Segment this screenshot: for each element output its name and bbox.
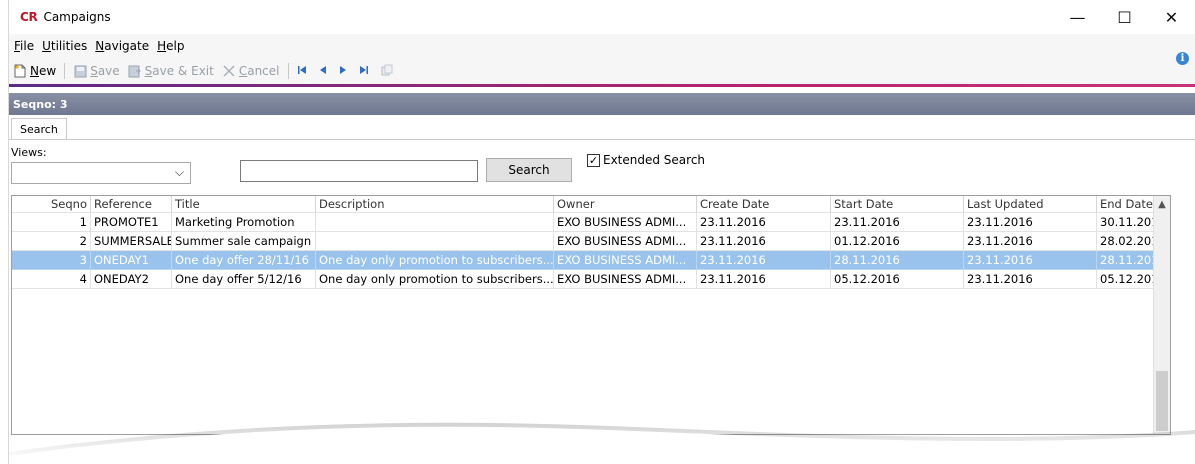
toolbar-separator [64,63,66,79]
extended-search-label: Extended Search [603,153,706,167]
cancel-button[interactable]: Cancel [222,64,280,78]
info-icon[interactable]: i [1176,52,1189,65]
campaigns-grid: Seqno Reference Title Description Owner … [11,195,1171,435]
cell-title: Summer sale campaign [172,232,316,251]
menu-utilities[interactable]: Utilities [42,39,87,53]
column-header-owner[interactable]: Owner [554,196,697,213]
copy-record-icon[interactable] [381,64,393,79]
first-record-icon[interactable] [297,65,307,78]
tab-strip: Search [9,117,1195,139]
cell-start-date: 28.11.2016 [831,251,964,270]
table-row-selected[interactable]: 3 ONEDAY1 One day offer 28/11/16 One day… [12,251,1170,270]
maximize-button[interactable]: ☐ [1101,0,1148,34]
cell-last-updated: 23.11.2016 [964,270,1097,289]
menu-bar: File Utilities Navigate Help [9,34,1195,58]
menu-navigate[interactable]: Navigate [95,39,149,53]
next-record-icon[interactable] [339,65,347,78]
cell-title: One day offer 28/11/16 [172,251,316,270]
cell-last-updated: 23.11.2016 [964,213,1097,232]
column-header-description[interactable]: Description [316,196,554,213]
cell-seqno: 4 [12,270,91,289]
menu-file[interactable]: File [14,39,34,53]
views-dropdown[interactable]: ⌵ [11,162,191,184]
cell-create-date: 23.11.2016 [697,232,831,251]
save-button[interactable]: Save [73,64,120,78]
last-record-icon[interactable] [359,65,369,78]
new-label: New [30,64,57,78]
column-header-seqno[interactable]: Seqno [12,196,91,213]
cancel-label: Cancel [238,64,280,78]
cell-title: Marketing Promotion [172,213,316,232]
minimize-button[interactable]: — [1054,0,1101,34]
views-label: Views: [11,146,47,159]
cell-create-date: 23.11.2016 [697,213,831,232]
cell-owner: EXO BUSINESS ADMI... [554,270,697,289]
tab-search[interactable]: Search [11,118,67,139]
table-row[interactable]: 1 PROMOTE1 Marketing Promotion EXO BUSIN… [12,213,1170,232]
search-panel: Views: ⌵ Search ✓ Extended Search Seqno … [9,140,1195,435]
close-button[interactable]: ✕ [1148,0,1195,34]
cell-owner: EXO BUSINESS ADMI... [554,251,697,270]
table-row[interactable]: 4 ONEDAY2 One day offer 5/12/16 One day … [12,270,1170,289]
column-header-last-updated[interactable]: Last Updated [964,196,1097,213]
cell-last-updated: 23.11.2016 [964,232,1097,251]
save-exit-label: Save & Exit [144,64,214,78]
search-button[interactable]: Search [486,158,572,182]
cell-seqno: 1 [12,213,91,232]
new-button[interactable]: New [13,64,56,78]
column-header-start-date[interactable]: Start Date [831,196,964,213]
menu-help[interactable]: Help [157,39,184,53]
window-controls: — ☐ ✕ [1054,0,1195,34]
save-exit-icon [128,64,142,78]
column-header-create-date[interactable]: Create Date [697,196,831,213]
cell-start-date: 23.11.2016 [831,213,964,232]
save-icon [73,64,87,78]
search-input[interactable] [240,160,478,182]
table-row[interactable]: 2 SUMMERSALE Summer sale campaign EXO BU… [12,232,1170,251]
toolbar-separator [287,63,289,79]
window-title: Campaigns [43,10,111,24]
cell-create-date: 23.11.2016 [697,270,831,289]
cell-last-updated: 23.11.2016 [964,251,1097,270]
cell-start-date: 05.12.2016 [831,270,964,289]
previous-record-icon[interactable] [319,65,327,78]
campaigns-window: CR Campaigns — ☐ ✕ File Utilities Naviga… [8,0,1195,464]
grid-header: Seqno Reference Title Description Owner … [12,196,1170,213]
cell-description: One day only promotion to subscribers... [316,270,554,289]
cell-seqno: 3 [12,251,91,270]
column-header-title[interactable]: Title [172,196,316,213]
new-document-icon [13,64,27,78]
cell-description: One day only promotion to subscribers... [316,251,554,270]
chevron-down-icon: ⌵ [174,165,184,179]
vertical-scrollbar[interactable]: ▲ [1153,196,1170,434]
cancel-x-icon [222,64,236,78]
save-exit-button[interactable]: Save & Exit [128,64,214,78]
cell-start-date: 01.12.2016 [831,232,964,251]
cell-reference: PROMOTE1 [91,213,172,232]
cell-owner: EXO BUSINESS ADMI... [554,213,697,232]
checkbox-checked-icon: ✓ [587,153,600,167]
cell-seqno: 2 [12,232,91,251]
scroll-up-icon[interactable]: ▲ [1154,196,1170,213]
cell-reference: ONEDAY2 [91,270,172,289]
cell-description [316,232,554,251]
scrollbar-thumb[interactable] [1156,371,1168,431]
cell-create-date: 23.11.2016 [697,251,831,270]
save-label: Save [90,64,120,78]
cell-reference: SUMMERSALE [91,232,172,251]
cell-owner: EXO BUSINESS ADMI... [554,232,697,251]
seqno-bar: Seqno: 3 [9,93,1195,115]
cell-description [316,213,554,232]
column-header-reference[interactable]: Reference [91,196,172,213]
title-bar: CR Campaigns — ☐ ✕ [9,0,1195,34]
cell-reference: ONEDAY1 [91,251,172,270]
accent-bar [9,84,1195,87]
extended-search-checkbox[interactable]: ✓ Extended Search [587,153,705,167]
toolbar: New Save Save & Exit Cancel [9,58,1195,84]
app-logo: CR [20,10,38,24]
cell-title: One day offer 5/12/16 [172,270,316,289]
